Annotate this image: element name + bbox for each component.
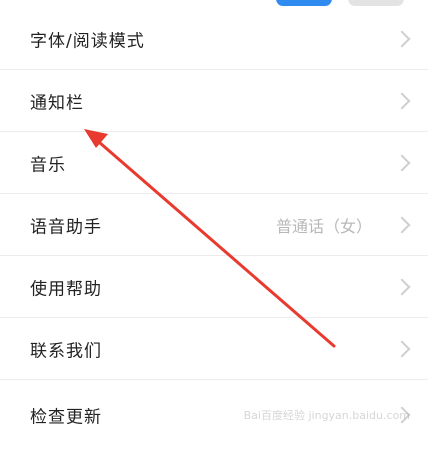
chevron-right-icon [393, 216, 411, 233]
row-label: 通知栏 [30, 93, 84, 113]
row-label: 语音助手 [30, 217, 102, 237]
confirm-button[interactable] [276, 0, 332, 6]
cancel-button[interactable] [348, 0, 404, 6]
row-label: 检查更新 [30, 407, 102, 428]
chevron-right-icon [393, 340, 411, 357]
chevron-right-icon [393, 278, 411, 295]
row-voice-assistant[interactable]: 语音助手 普通话（女） [0, 194, 428, 256]
chevron-right-icon [393, 92, 411, 109]
row-notification-bar[interactable]: 通知栏 [0, 70, 428, 132]
row-label: 字体/阅读模式 [30, 31, 145, 51]
row-music[interactable]: 音乐 [0, 132, 428, 194]
row-label: 使用帮助 [30, 279, 102, 299]
row-label: 联系我们 [30, 341, 102, 361]
top-strip [0, 0, 428, 8]
row-contact-us[interactable]: 联系我们 [0, 318, 428, 380]
settings-list: 字体/阅读模式 通知栏 音乐 语音助手 普通话（女） 使用帮助 联系我们 检查更… [0, 8, 428, 450]
row-font-reading-mode[interactable]: 字体/阅读模式 [0, 8, 428, 70]
chevron-right-icon [393, 154, 411, 171]
row-value: 普通话（女） [275, 216, 372, 236]
chevron-right-icon [393, 30, 411, 47]
watermark: Bai百度经验 jingyan.baidu.com [243, 409, 410, 422]
row-help[interactable]: 使用帮助 [0, 256, 428, 318]
row-label: 音乐 [30, 155, 66, 175]
